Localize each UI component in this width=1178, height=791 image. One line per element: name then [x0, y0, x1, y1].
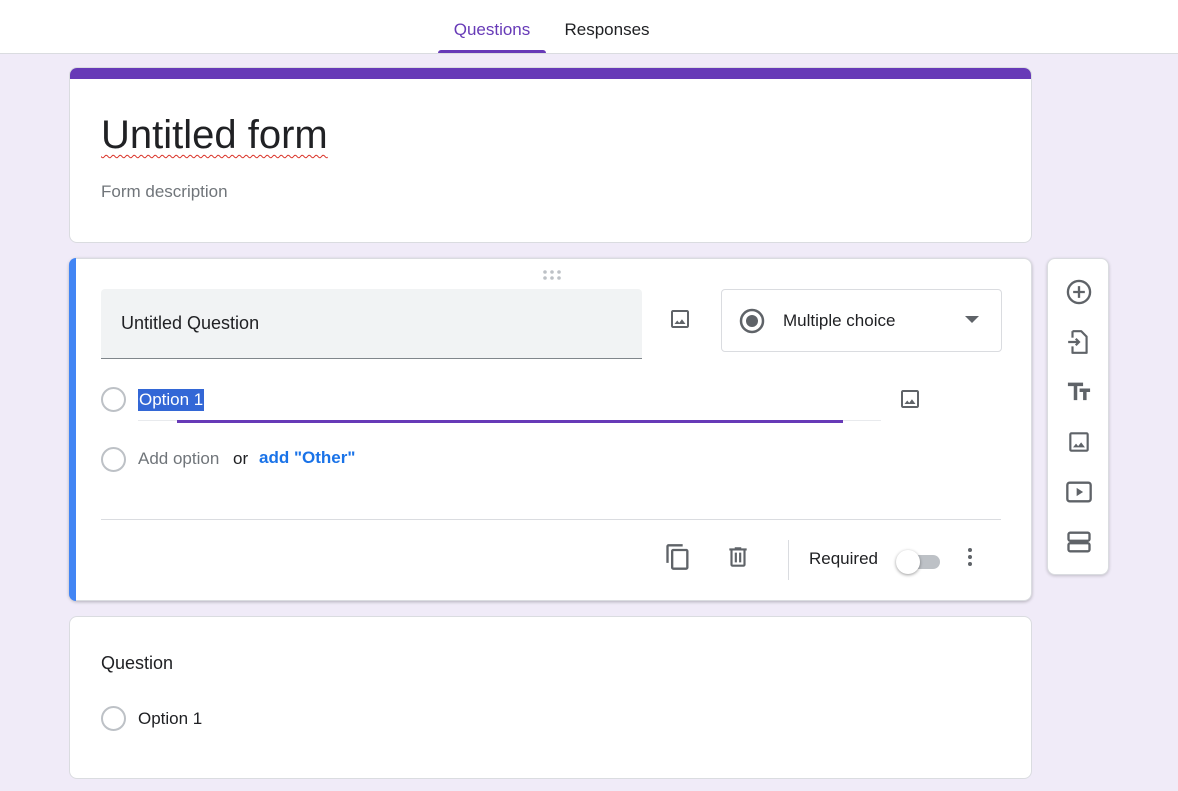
- active-question-card[interactable]: Untitled Question Multiple choice Option…: [69, 258, 1032, 601]
- add-title-description-button[interactable]: [1061, 374, 1097, 410]
- more-vert-icon: [968, 548, 972, 566]
- add-circle-icon: [1066, 279, 1092, 305]
- trash-icon: [729, 547, 747, 567]
- question-type-dropdown[interactable]: Multiple choice: [721, 289, 1002, 352]
- add-question-button[interactable]: [1061, 274, 1097, 310]
- question-title: Question: [101, 653, 174, 673]
- radio-button-checked-icon: [739, 308, 765, 334]
- add-section-button[interactable]: [1061, 524, 1097, 560]
- option-input[interactable]: Option 1: [138, 387, 881, 421]
- form-title-text: Untitled form: [101, 113, 328, 157]
- image-icon: [1069, 432, 1089, 452]
- copy-icon: [666, 544, 689, 570]
- add-option-link[interactable]: Add option: [138, 449, 219, 469]
- duplicate-button[interactable]: [660, 539, 696, 575]
- add-image-button[interactable]: [1061, 424, 1097, 460]
- add-other-link[interactable]: add "Other": [259, 448, 355, 468]
- section-icon: [1067, 531, 1091, 553]
- question-card[interactable]: Question Option 1: [69, 616, 1032, 779]
- delete-button[interactable]: [720, 539, 756, 575]
- required-label: Required: [809, 549, 878, 568]
- question-title-input[interactable]: Untitled Question: [101, 289, 642, 359]
- footer-vertical-divider: [788, 540, 789, 580]
- option-radio: [101, 706, 126, 731]
- import-questions-button[interactable]: [1061, 324, 1097, 360]
- dropdown-arrow-icon: [965, 316, 979, 323]
- add-video-button[interactable]: [1061, 474, 1097, 510]
- add-image-to-option-button[interactable]: [892, 381, 928, 417]
- card-footer-divider: [101, 519, 1001, 520]
- question-type-label: Multiple choice: [783, 311, 896, 330]
- image-icon: [671, 310, 689, 328]
- add-image-to-question-button[interactable]: [662, 301, 698, 337]
- or-text: or: [233, 449, 249, 468]
- theme-color-strip: [70, 68, 1031, 79]
- tab-responses[interactable]: Responses: [554, 0, 660, 53]
- title-icon: [1067, 382, 1091, 401]
- import-icon: [1068, 330, 1088, 354]
- form-description-input[interactable]: Form description: [101, 182, 228, 202]
- option-radio: [101, 387, 126, 412]
- option-label-selected: Option 1: [138, 389, 205, 411]
- form-header-card: Untitled form Form description: [69, 67, 1032, 243]
- active-tab-indicator: [438, 50, 546, 53]
- drag-handle-icon[interactable]: [542, 268, 562, 280]
- required-toggle[interactable]: [896, 550, 942, 574]
- top-tab-bar: Questions Responses: [0, 0, 1178, 54]
- question-title-text: Untitled Question: [121, 313, 260, 333]
- toggle-thumb: [896, 550, 920, 574]
- video-icon: [1066, 481, 1092, 503]
- tab-questions[interactable]: Questions: [438, 0, 546, 53]
- more-options-button[interactable]: [952, 539, 988, 575]
- tab-questions-label: Questions: [453, 20, 531, 39]
- image-icon: [901, 390, 919, 408]
- option-focus-underline: [177, 420, 843, 423]
- option-label: Option 1: [138, 709, 203, 728]
- tab-responses-label: Responses: [564, 20, 650, 39]
- floating-toolbar: [1047, 258, 1109, 575]
- form-title-input[interactable]: Untitled form: [101, 110, 328, 160]
- add-option-radio: [101, 447, 126, 472]
- active-card-indicator: [69, 258, 76, 601]
